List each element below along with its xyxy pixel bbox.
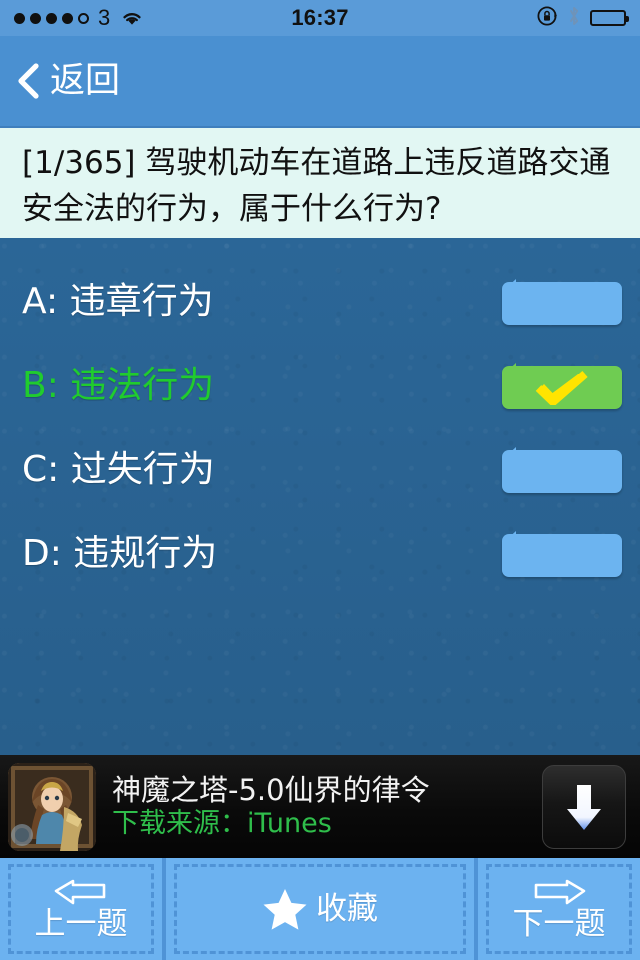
app-icon-artwork — [8, 762, 96, 851]
option-row-c[interactable]: C: 过失行为 — [0, 428, 640, 512]
option-bubble-c[interactable] — [502, 447, 622, 493]
bubble-a — [502, 282, 622, 325]
ad-download-button[interactable] — [542, 764, 626, 849]
option-label-b: B: 违法行为 — [22, 365, 215, 406]
option-bubble-d[interactable] — [502, 531, 622, 577]
check-icon — [535, 370, 588, 405]
status-bar: 3 16:37 — [0, 0, 640, 36]
arrow-left-icon — [54, 879, 106, 905]
signal-strength-icon — [14, 12, 89, 24]
status-bar-right — [536, 5, 629, 32]
clock-label: 16:37 — [291, 5, 349, 30]
app-screen: 3 16:37 返回 [1/365] 驾驶机动车在道路上违反道路交通安全法的行为… — [0, 0, 640, 960]
option-label-a: A: 违章行为 — [22, 281, 214, 322]
option-bubble-b[interactable] — [502, 363, 622, 409]
option-row-a[interactable]: A: 违章行为 — [0, 260, 640, 344]
next-question-button[interactable]: 下一题 — [478, 858, 640, 960]
next-question-label: 下一题 — [512, 905, 606, 942]
ad-title: 神魔之塔-5.0仙界的律令 — [112, 773, 430, 808]
option-row-b[interactable]: B: 违法行为 — [0, 344, 640, 428]
bubble-b — [502, 366, 622, 409]
option-bubble-a[interactable] — [502, 279, 622, 325]
option-label-d: D: 违规行为 — [22, 533, 218, 574]
favorite-label: 收藏 — [316, 890, 378, 927]
back-button-label: 返回 — [50, 60, 121, 101]
ad-banner[interactable]: 神魔之塔-5.0仙界的律令 下载来源：iTunes — [0, 755, 640, 858]
question-text: [1/365] 驾驶机动车在道路上违反道路交通安全法的行为，属于什么行为? — [0, 128, 640, 238]
previous-question-button[interactable]: 上一题 — [0, 858, 162, 960]
bluetooth-icon — [567, 5, 581, 32]
favorite-button[interactable]: 收藏 — [162, 858, 478, 960]
options-area: A: 违章行为 B: 违法行为 C: 过失行为 D: 违规行为 — [0, 238, 640, 755]
rotation-lock-icon — [536, 5, 558, 32]
download-arrow-icon — [567, 784, 601, 830]
ad-source-label: 下载来源：iTunes — [112, 807, 332, 839]
chevron-left-icon — [16, 62, 40, 100]
previous-question-label: 上一题 — [34, 905, 128, 942]
wifi-icon — [121, 10, 143, 26]
bottom-toolbar: 上一题 收藏 下一题 — [0, 858, 640, 960]
star-icon — [263, 889, 307, 930]
status-bar-left: 3 — [14, 7, 143, 29]
arrow-right-icon — [534, 879, 586, 905]
bubble-c — [502, 450, 622, 493]
bubble-d — [502, 534, 622, 577]
option-label-c: C: 过失行为 — [22, 449, 215, 490]
option-row-d[interactable]: D: 违规行为 — [0, 512, 640, 596]
navigation-bar: 返回 — [0, 36, 640, 128]
ad-text-block: 神魔之塔-5.0仙界的律令 下载来源：iTunes — [112, 775, 430, 838]
battery-icon — [590, 10, 629, 26]
back-button[interactable]: 返回 — [0, 62, 120, 100]
carrier-label: 3 — [98, 5, 111, 30]
